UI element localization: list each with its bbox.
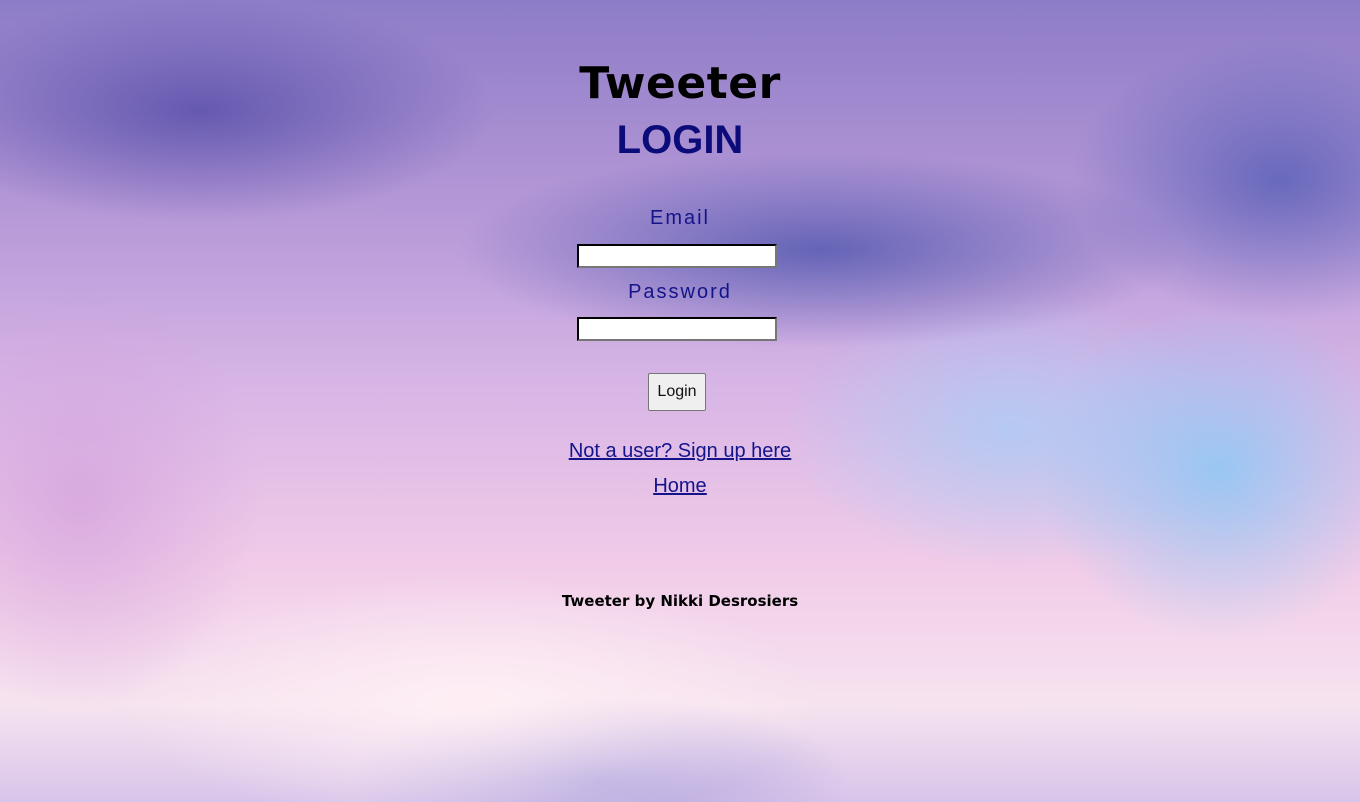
password-field[interactable] xyxy=(577,317,777,341)
home-link[interactable]: Home xyxy=(653,475,706,497)
password-label: Password xyxy=(628,281,732,303)
page-title: LOGIN xyxy=(616,118,744,162)
home-link-row: Home xyxy=(0,475,1360,498)
email-label: Email xyxy=(649,207,710,229)
signup-link[interactable]: Not a user? Sign up here xyxy=(569,440,791,462)
login-button[interactable]: Login xyxy=(648,373,706,411)
signup-link-row: Not a user? Sign up here xyxy=(0,440,1360,463)
email-field[interactable] xyxy=(577,244,777,268)
app-title: Tweeter xyxy=(579,58,781,109)
footer-credit: Tweeter by Nikki Desrosiers xyxy=(561,592,799,610)
